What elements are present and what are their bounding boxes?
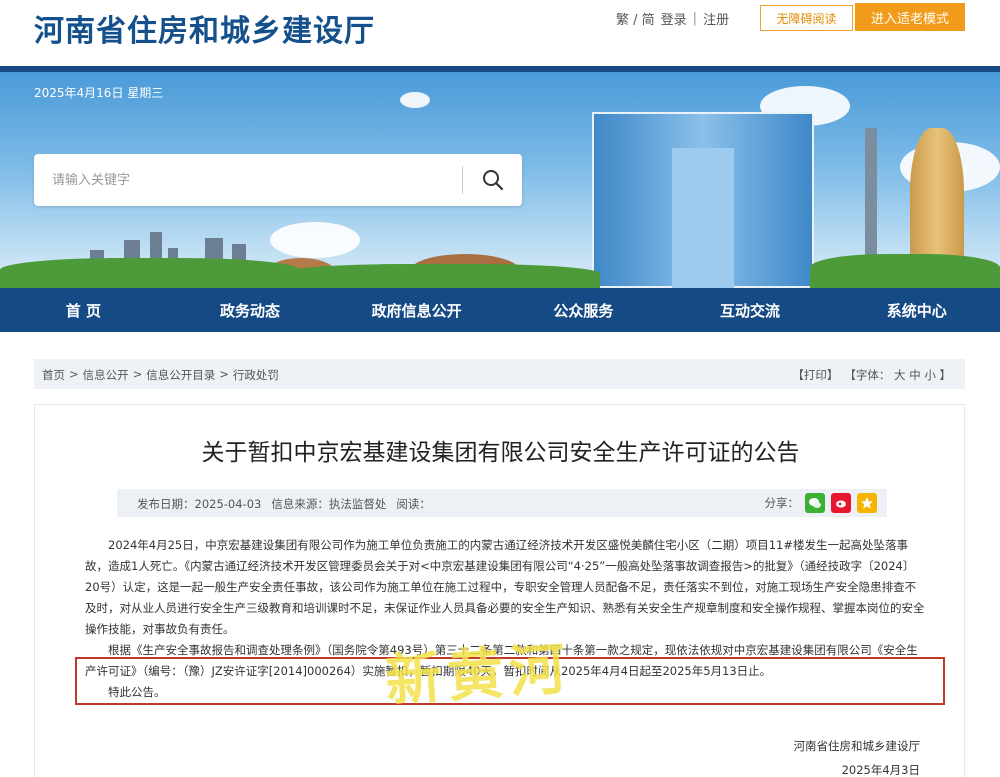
search-box [34, 154, 522, 206]
weibo-icon [836, 500, 846, 508]
nav-item-system-center[interactable]: 系统中心 [833, 288, 1000, 332]
font-large-button[interactable]: 大 [894, 368, 906, 382]
read-count: 阅读： [396, 497, 431, 511]
lang-toggle-link[interactable]: 繁 / 简 [616, 9, 655, 28]
print-button[interactable]: 【打印】 [792, 367, 838, 383]
signature-date: 2025年4月3日 [841, 763, 920, 777]
breadcrumb-home[interactable]: 首页 [42, 367, 65, 383]
font-medium-button[interactable]: 中 [909, 368, 921, 382]
cloud-decoration [270, 222, 360, 258]
paragraph-accident: 2024年4月25日，中京宏基建设集团有限公司作为施工单位负责施工的内蒙古通辽经… [85, 538, 925, 636]
publish-date: 发布日期：2025-04-03 [137, 497, 262, 511]
site-header: 河南省住房和城乡建设厅 繁 / 简 登录 | 注册 无障碍阅读 进入适老模式 [0, 0, 1000, 66]
breadcrumb: 首页 > 信息公开 > 信息公开目录 > 行政处罚 [42, 367, 279, 383]
tree-strip [280, 264, 600, 288]
breadcrumb-info-disclosure[interactable]: 信息公开 [83, 367, 129, 383]
search-input[interactable] [52, 166, 462, 194]
wechat-icon [809, 498, 821, 508]
breadcrumb-info-catalog[interactable]: 信息公开目录 [146, 367, 215, 383]
current-date: 2025年4月16日 星期三 [34, 86, 164, 100]
article-meta-bar: 发布日期：2025-04-03 信息来源：执法监督处 阅读： 分享： [117, 489, 887, 517]
main-nav: 首 页 政务动态 政府信息公开 公众服务 互动交流 系统中心 [0, 288, 1000, 332]
font-size-controls: 【字体： 大 中 小 】 [844, 367, 951, 383]
register-link[interactable]: 注册 [703, 9, 729, 28]
tree-strip [0, 258, 300, 288]
breadcrumb-separator: > [69, 367, 79, 381]
info-source: 信息来源：执法监督处 [271, 497, 387, 511]
article-meta: 发布日期：2025-04-03 信息来源：执法监督处 阅读： [137, 496, 431, 512]
accessible-reading-button[interactable]: 无障碍阅读 [760, 5, 853, 31]
search-button[interactable] [474, 162, 512, 198]
share-bar: 分享： [764, 493, 877, 513]
share-label: 分享： [764, 496, 800, 510]
page-tools: 【打印】 【字体： 大 中 小 】 [792, 367, 951, 383]
star-icon [861, 497, 873, 509]
breadcrumb-separator: > [219, 367, 229, 381]
article-container: 关于暂扣中京宏基建设集团有限公司安全生产许可证的公告 发布日期：2025-04-… [34, 404, 965, 777]
nav-item-interaction[interactable]: 互动交流 [667, 288, 834, 332]
search-icon [483, 170, 504, 191]
highlight-box [75, 657, 945, 705]
tree-strip [810, 254, 1000, 288]
weibo-share-button[interactable] [831, 493, 851, 513]
landmark-gate-opening [672, 148, 734, 288]
link-separator: | [692, 11, 698, 26]
nav-item-home[interactable]: 首 页 [0, 288, 167, 332]
banner: 2025年4月16日 星期三 [0, 72, 1000, 288]
article-title: 关于暂扣中京宏基建设集团有限公司安全生产许可证的公告 [201, 440, 800, 466]
wechat-share-button[interactable] [805, 493, 825, 513]
site-title[interactable]: 河南省住房和城乡建设厅 [34, 6, 375, 50]
breadcrumb-bar: 首页 > 信息公开 > 信息公开目录 > 行政处罚 【打印】 【字体： 大 中 … [34, 359, 965, 389]
font-small-button[interactable]: 小 [924, 368, 936, 382]
nav-item-news[interactable]: 政务动态 [167, 288, 334, 332]
signature-org: 河南省住房和城乡建设厅 [793, 739, 921, 753]
top-links: 繁 / 简 登录 | 注册 [616, 9, 729, 28]
nav-item-public-service[interactable]: 公众服务 [500, 288, 667, 332]
elder-mode-button[interactable]: 进入适老模式 [855, 3, 965, 31]
font-size-label: 【字体： [844, 368, 891, 382]
breadcrumb-separator: > [132, 367, 143, 381]
nav-item-info-disclosure[interactable]: 政府信息公开 [333, 288, 500, 332]
favorite-share-button[interactable] [857, 493, 877, 513]
cloud-decoration [400, 92, 430, 108]
font-size-close: 】 [939, 368, 952, 382]
search-divider [462, 166, 463, 194]
breadcrumb-admin-penalty[interactable]: 行政处罚 [233, 367, 279, 383]
login-link[interactable]: 登录 [661, 9, 687, 28]
